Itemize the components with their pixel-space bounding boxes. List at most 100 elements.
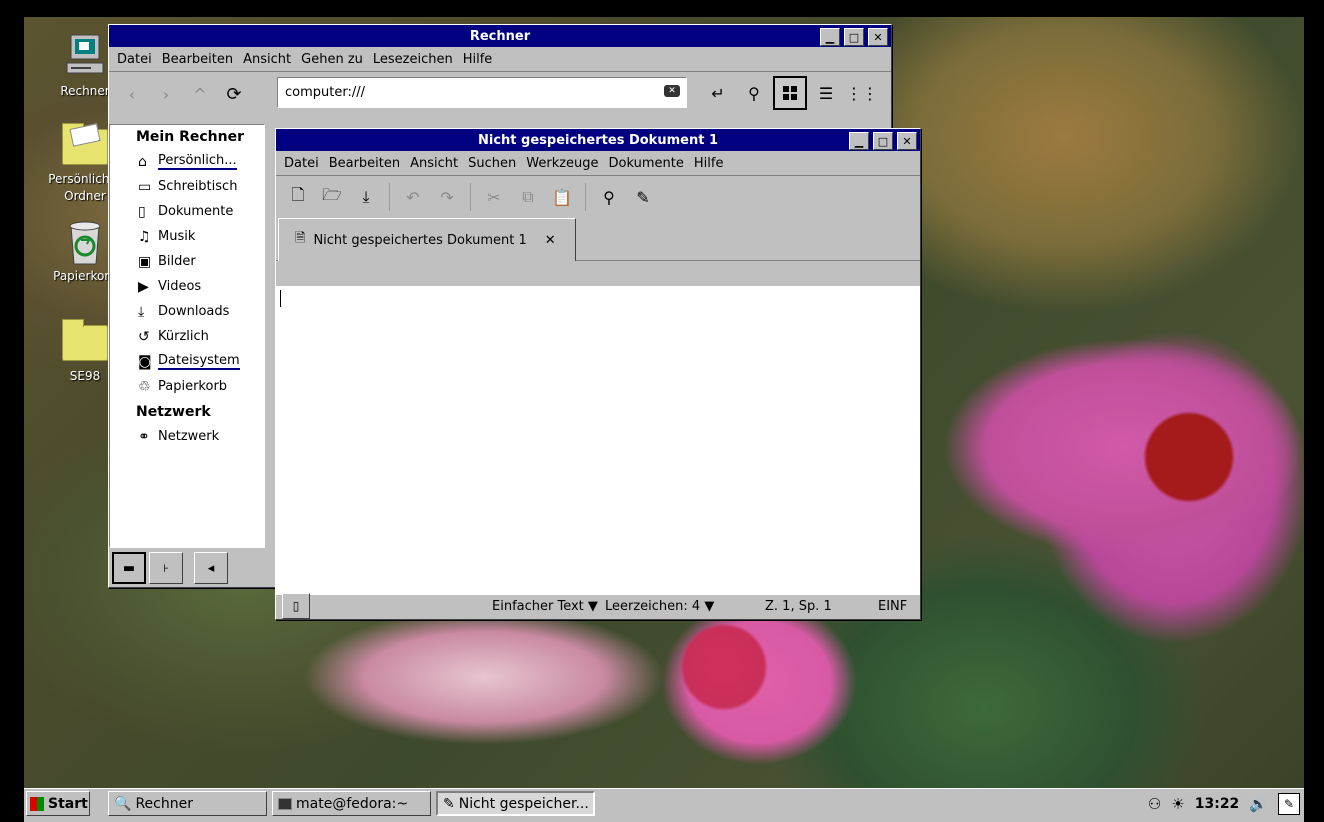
sidebar-item-kuerzlich[interactable]: ↺ Kürzlich bbox=[110, 324, 264, 349]
sidebar-item-papierkorb[interactable]: ♲ Papierkorb bbox=[110, 374, 264, 399]
menu-werkzeuge[interactable]: Werkzeuge bbox=[521, 156, 603, 171]
sidebar-item-dateisystem[interactable]: ◙ Dateisystem bbox=[110, 349, 264, 374]
close-tab-icon[interactable]: ✕ bbox=[545, 233, 556, 248]
text-editor-icon: ✎ bbox=[443, 795, 455, 812]
menu-datei[interactable]: Datei bbox=[279, 156, 324, 171]
brightness-icon[interactable]: ☀ bbox=[1171, 795, 1184, 813]
tab-label: Nicht gespeichertes Dokument 1 bbox=[313, 232, 527, 248]
close-button[interactable]: ✕ bbox=[897, 132, 917, 150]
menu-hilfe[interactable]: Hilfe bbox=[458, 52, 498, 67]
task-rechner[interactable]: 🔍 Rechner bbox=[108, 791, 267, 816]
sidebar-item-label: Schreibtisch bbox=[158, 179, 238, 194]
menu-dokumente[interactable]: Dokumente bbox=[604, 156, 689, 171]
sidebar-item-netzwerk[interactable]: ⚭ Netzwerk bbox=[110, 424, 264, 449]
compact-view-icon[interactable]: ⋮⋮ bbox=[845, 76, 879, 110]
forward-icon[interactable]: › bbox=[149, 77, 183, 111]
document-icon: ▯ bbox=[138, 203, 146, 220]
menu-bearbeiten[interactable]: Bearbeiten bbox=[157, 52, 238, 67]
sidebar-item-schreibtisch[interactable]: ▭ Schreibtisch bbox=[110, 174, 264, 199]
up-icon[interactable]: ^ bbox=[183, 77, 217, 111]
icon-view-icon[interactable] bbox=[773, 76, 807, 110]
search-icon[interactable]: ⚲ bbox=[592, 180, 626, 214]
tab-document[interactable]: 🗎 Nicht gespeichertes Dokument 1 ✕ bbox=[278, 218, 576, 261]
places-toggle-icon[interactable]: ▬ bbox=[112, 552, 146, 584]
back-icon[interactable]: ‹ bbox=[115, 77, 149, 111]
copy-icon[interactable]: ⧉ bbox=[511, 180, 545, 214]
indent-selector[interactable]: Leerzeichen: 4 ▼ bbox=[605, 599, 714, 614]
clock[interactable]: 13:22 bbox=[1195, 796, 1240, 812]
sidebar-item-label: Dokumente bbox=[158, 204, 234, 219]
menu-ansicht[interactable]: Ansicht bbox=[238, 52, 296, 67]
menu-lesezeichen[interactable]: Lesezeichen bbox=[368, 52, 458, 67]
text-area[interactable] bbox=[276, 286, 920, 595]
search-icon[interactable]: ⚲ bbox=[737, 76, 771, 110]
sidebar-item-bilder[interactable]: ▣ Bilder bbox=[110, 249, 264, 274]
sidebar-item-musik[interactable]: ♫ Musik bbox=[110, 224, 264, 249]
tree-toggle-icon[interactable]: ⊦ bbox=[149, 552, 183, 584]
menu-bearbeiten[interactable]: Bearbeiten bbox=[324, 156, 405, 171]
sidebar-item-label: Kürzlich bbox=[158, 329, 209, 344]
tab-bar: 🗎 Nicht gespeichertes Dokument 1 ✕ bbox=[276, 218, 920, 261]
sidebar-item-label: Persönlich... bbox=[158, 153, 237, 170]
menu-gehen-zu[interactable]: Gehen zu bbox=[296, 52, 368, 67]
close-button[interactable]: ✕ bbox=[868, 28, 888, 46]
desktop-icon: ▭ bbox=[138, 178, 152, 195]
folder-icon bbox=[62, 319, 108, 361]
menu-hilfe[interactable]: Hilfe bbox=[689, 156, 729, 171]
list-view-icon[interactable]: ☰ bbox=[809, 76, 843, 110]
window-titlebar[interactable]: Rechner ▁ □ ✕ bbox=[109, 25, 891, 47]
text-editor-window[interactable]: Nicht gespeichertes Dokument 1 ▁ □ ✕ Dat… bbox=[275, 128, 921, 620]
menu-datei[interactable]: Datei bbox=[112, 52, 157, 67]
syntax-selector[interactable]: Einfacher Text ▼ bbox=[492, 599, 598, 614]
maximize-button[interactable]: □ bbox=[873, 132, 893, 150]
save-icon[interactable]: ⤓ bbox=[349, 180, 383, 214]
redo-icon[interactable]: ↷ bbox=[430, 180, 464, 214]
task-text-editor[interactable]: ✎ Nicht gespeicher... bbox=[436, 791, 595, 816]
sidebar-item-persoenlich[interactable]: ⌂ Persönlich... bbox=[110, 149, 264, 174]
volume-icon[interactable]: 🔊 bbox=[1249, 795, 1268, 813]
sidebar-item-label: Netzwerk bbox=[158, 429, 220, 444]
location-text: computer:/// bbox=[285, 85, 365, 100]
notes-icon[interactable]: ✎ bbox=[1278, 792, 1300, 815]
sidebar-item-label: Downloads bbox=[158, 304, 230, 319]
menu-ansicht[interactable]: Ansicht bbox=[405, 156, 463, 171]
cut-icon[interactable]: ✂ bbox=[477, 180, 511, 214]
hide-sidebar-icon[interactable]: ◂ bbox=[194, 552, 228, 584]
clear-icon[interactable]: ✕ bbox=[664, 85, 680, 97]
image-icon: ▣ bbox=[138, 253, 152, 270]
cursor-position: Z. 1, Sp. 1 bbox=[765, 598, 832, 614]
sidebar-item-dokumente[interactable]: ▯ Dokumente bbox=[110, 199, 264, 224]
terminal-icon bbox=[278, 797, 292, 810]
undo-icon[interactable]: ↶ bbox=[396, 180, 430, 214]
paste-icon[interactable]: 📋 bbox=[545, 180, 579, 214]
maximize-button[interactable]: □ bbox=[844, 28, 864, 46]
location-input[interactable]: computer:/// ✕ bbox=[277, 77, 687, 108]
window-title: Nicht gespeichertes Dokument 1 bbox=[478, 132, 718, 148]
window-titlebar[interactable]: Nicht gespeichertes Dokument 1 ▁ □ ✕ bbox=[276, 129, 920, 151]
sidebar-heading-mein-rechner: Mein Rechner bbox=[136, 129, 244, 145]
sidebar: Mein Rechner ⌂ Persönlich... ▭ Schreibtisc… bbox=[109, 124, 265, 548]
sidebar-toggle-bar: ▬ ⊦ ◂ bbox=[109, 549, 228, 587]
menu-suchen[interactable]: Suchen bbox=[463, 156, 521, 171]
minimize-button[interactable]: ▁ bbox=[820, 28, 840, 46]
sidebar-item-videos[interactable]: ▶ Videos bbox=[110, 274, 264, 299]
replace-icon[interactable]: ✎ bbox=[626, 180, 660, 214]
menubar: Datei Bearbeiten Ansicht Gehen zu Leseze… bbox=[109, 47, 891, 71]
sidebar-item-label: Bilder bbox=[158, 254, 196, 269]
network-icon[interactable]: ⚇ bbox=[1148, 795, 1161, 813]
open-folder-icon[interactable]: 🗁 bbox=[315, 180, 349, 214]
new-document-icon[interactable]: 🗋 bbox=[281, 180, 315, 214]
minimize-button[interactable]: ▁ bbox=[849, 132, 869, 150]
side-panel-icon[interactable]: ▯ bbox=[282, 593, 310, 619]
sidebar-item-downloads[interactable]: ⤓ Downloads bbox=[110, 299, 264, 324]
start-logo-icon bbox=[30, 796, 44, 811]
trash-icon: ♲ bbox=[138, 378, 151, 395]
dropdown-icon: ▼ bbox=[587, 598, 598, 614]
reload-icon[interactable]: ⟳ bbox=[217, 77, 251, 111]
sidebar-item-label: Dateisystem bbox=[158, 353, 240, 370]
task-terminal[interactable]: mate@fedora:~ bbox=[272, 791, 431, 816]
start-button[interactable]: Start bbox=[26, 791, 90, 816]
go-icon[interactable]: ↵ bbox=[701, 76, 735, 110]
text-cursor bbox=[280, 290, 281, 307]
recent-icon: ↺ bbox=[138, 328, 150, 345]
